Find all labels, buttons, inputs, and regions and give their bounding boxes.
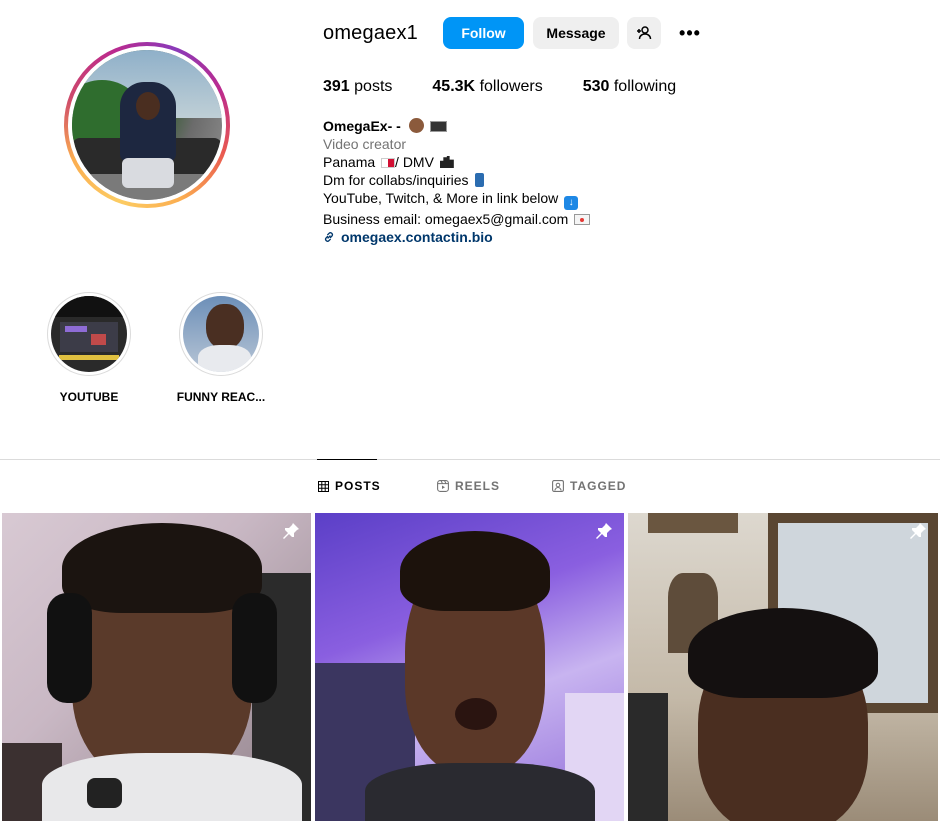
avatar-photo — [72, 50, 222, 200]
pin-icon — [908, 521, 928, 541]
highlight-ring — [179, 292, 263, 376]
active-tab-indicator — [317, 459, 377, 460]
profile-bio: OmegaEx- - Video creator Panama / DMV Dm… — [323, 117, 591, 246]
tab-reels-label: REELS — [455, 479, 501, 493]
highlight-funny-reactions-cover — [183, 296, 259, 372]
pin-icon — [281, 521, 301, 541]
posts-count: 391 — [323, 78, 350, 95]
profile-username: omegaex1 — [323, 22, 418, 44]
highlight-ring — [47, 292, 131, 376]
panama-flag-icon — [381, 158, 396, 168]
highlight-label: YOUTUBE — [59, 390, 119, 404]
phone-emoji-icon — [475, 173, 485, 187]
pin-icon — [594, 521, 614, 541]
followers-stat[interactable]: 45.3K followers — [432, 78, 542, 96]
link-icon — [324, 232, 334, 242]
profile-category: Video creator — [323, 136, 407, 152]
city-emoji-icon — [439, 156, 454, 168]
reels-icon — [437, 480, 449, 492]
posts-stat: 391 posts — [323, 78, 392, 96]
profile-link[interactable]: omegaex.contactin.bio — [323, 228, 590, 246]
followers-count: 45.3K — [432, 78, 476, 95]
tab-posts-label: POSTS — [335, 479, 381, 493]
followers-label: followers — [479, 78, 543, 95]
highlight-funny-reactions[interactable]: FUNNY REAC... — [177, 292, 265, 404]
profile-link-text[interactable]: omegaex.contactin.bio — [341, 228, 493, 246]
face-emoji-icon — [408, 118, 424, 133]
message-button[interactable]: Message — [533, 17, 619, 49]
avatar-border — [68, 46, 226, 204]
profile-display-name: OmegaEx- - — [323, 118, 401, 134]
following-stat[interactable]: 530 following — [583, 78, 676, 96]
profile-stats: 391 posts 45.3K followers 530 following — [323, 78, 716, 96]
following-count: 530 — [582, 78, 610, 95]
tabs-divider — [0, 459, 940, 460]
highlight-youtube[interactable]: YOUTUBE — [47, 292, 131, 404]
following-label: following — [613, 78, 677, 95]
suggest-user-button[interactable] — [627, 17, 661, 49]
envelope-emoji-icon — [574, 214, 591, 225]
bio-line-location: Panama / DMV — [323, 153, 590, 171]
tab-tagged-label: TAGGED — [570, 479, 627, 493]
down-arrow-emoji-icon: ↓ — [564, 196, 579, 210]
more-options-button[interactable]: ••• — [673, 17, 707, 49]
highlight-label: FUNNY REAC... — [176, 390, 266, 404]
bio-line-links: YouTube, Twitch, & More in link below ↓ — [323, 189, 590, 210]
profile-avatar[interactable] — [64, 42, 230, 208]
post-thumbnail[interactable] — [315, 513, 624, 821]
laptop-emoji-icon — [429, 121, 447, 132]
post-thumbnail[interactable] — [628, 513, 938, 821]
follow-button[interactable]: Follow — [443, 17, 524, 49]
posts-label: posts — [354, 78, 393, 95]
bio-line-dm: Dm for collabs/inquiries — [323, 171, 590, 189]
add-user-icon — [637, 26, 652, 40]
tab-reels[interactable]: REELS — [437, 479, 500, 493]
highlight-youtube-cover — [51, 296, 127, 372]
tab-posts[interactable]: POSTS — [318, 479, 381, 493]
tab-tagged[interactable]: TAGGED — [552, 479, 626, 493]
bio-line-email: Business email: omegaex5@gmail.com — [323, 210, 591, 228]
grid-icon — [318, 480, 329, 492]
tagged-icon — [552, 480, 564, 492]
post-thumbnail[interactable] — [2, 513, 311, 821]
